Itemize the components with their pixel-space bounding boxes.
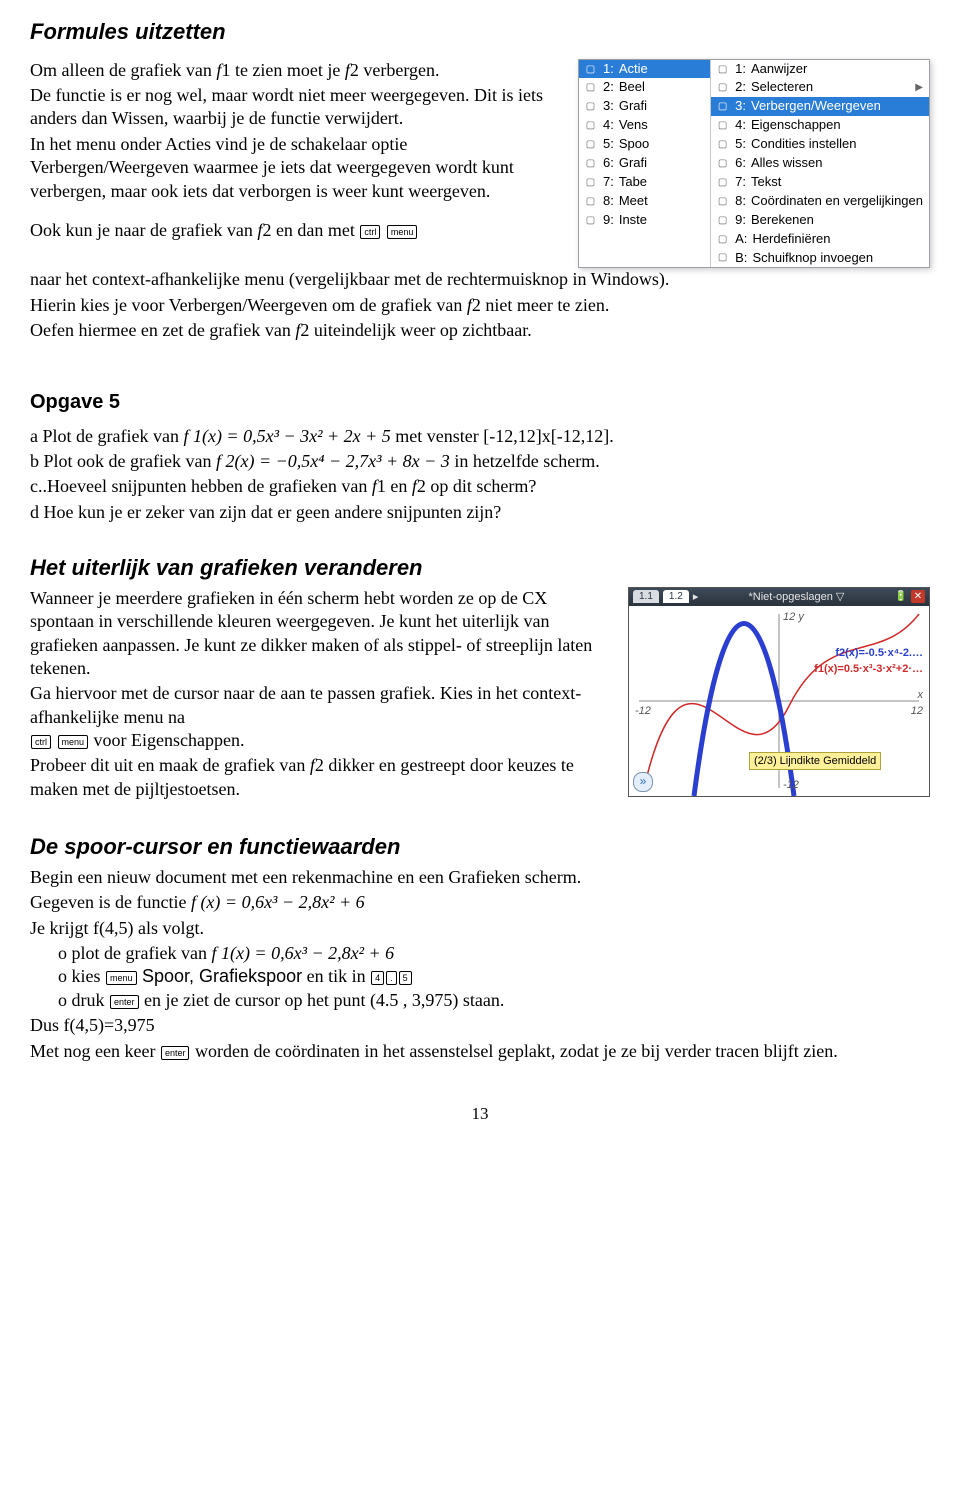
sec3-p4: Dus f(4,5)=3,975 bbox=[30, 1014, 930, 1037]
menu-item: ▢6:Grafi bbox=[579, 154, 710, 173]
menu-item: ▢2:Beel bbox=[579, 78, 710, 97]
menu-item: ▢9:Inste bbox=[579, 211, 710, 230]
menu-item-icon: ▢ bbox=[715, 250, 730, 265]
menu-item-icon: ▢ bbox=[583, 99, 598, 114]
calculator-screenshot: 1.1 1.2 ▸ *Niet-opgeslagen ▽ 🔋 ✕ bbox=[628, 587, 930, 797]
menu-item-icon: ▢ bbox=[715, 137, 730, 152]
menu-item: ▢4:Vens bbox=[579, 116, 710, 135]
key-5: 5 bbox=[399, 971, 412, 985]
menu-item: ▢8:Coördinaten en vergelijkingen bbox=[711, 192, 929, 211]
opgave5-c: c..Hoeveel snijpunten hebben de grafieke… bbox=[30, 475, 930, 498]
page-number: 13 bbox=[30, 1103, 930, 1125]
menu-item: ▢1:Aanwijzer bbox=[711, 60, 929, 79]
menu-item-icon: ▢ bbox=[583, 213, 598, 228]
sec2-p3: Probeer dit uit en maak de grafiek van f… bbox=[30, 754, 614, 801]
expand-icon: » bbox=[633, 772, 653, 792]
menu-item: ▢2:Selecteren▶ bbox=[711, 78, 929, 97]
section-title-uiterlijk: Het uiterlijk van grafieken veranderen bbox=[30, 554, 930, 583]
section-title-formules: Formules uitzetten bbox=[30, 18, 930, 47]
sec1-p1: Om alleen de grafiek van f1 te zien moet… bbox=[30, 59, 564, 82]
menu-item-icon: ▢ bbox=[583, 62, 598, 77]
menu-item: ▢4:Eigenschappen bbox=[711, 116, 929, 135]
sec3-p1: Begin een nieuw document met een rekenma… bbox=[30, 866, 930, 889]
opgave5-d: d Hoe kun je er zeker van zijn dat er ge… bbox=[30, 501, 930, 524]
menu-item-icon: ▢ bbox=[715, 80, 730, 95]
sec1-p2: De functie is er nog wel, maar wordt nie… bbox=[30, 84, 564, 131]
context-menu-figure: ▢1:Actie▢2:Beel▢3:Grafi▢4:Vens▢5:Spoo▢6:… bbox=[578, 59, 930, 269]
opgave5-title: Opgave 5 bbox=[30, 389, 930, 415]
sec1-p3: In het menu onder Acties vind je de scha… bbox=[30, 133, 564, 203]
key-ctrl: ctrl bbox=[360, 225, 380, 239]
menu-item: ▢8:Meet bbox=[579, 192, 710, 211]
menu-item-icon: ▢ bbox=[583, 137, 598, 152]
menu-item: ▢7:Tekst bbox=[711, 173, 929, 192]
f1-label: f1(x)=0.5·x³-3·x²+2·… bbox=[814, 662, 923, 676]
menu-item: ▢9:Berekenen bbox=[711, 211, 929, 230]
menu-item-icon: ▢ bbox=[715, 156, 730, 171]
x-axis-x: x bbox=[918, 688, 924, 702]
step-kies: kies menu Spoor, Grafiekspoor en tik in … bbox=[58, 965, 930, 988]
menu-item-icon: ▢ bbox=[583, 156, 598, 171]
opgave5-b: b Plot ook de grafiek van f 2(x) = −0,5x… bbox=[30, 450, 930, 473]
menu-item-icon: ▢ bbox=[715, 118, 730, 133]
menu-item: ▢7:Tabe bbox=[579, 173, 710, 192]
menu-item-icon: ▢ bbox=[583, 80, 598, 95]
sec3-p2: Gegeven is de functie f (x) = 0,6x³ − 2,… bbox=[30, 891, 930, 914]
menu-item-icon: ▢ bbox=[715, 194, 730, 209]
sec3-p5: Met nog een keer enter worden de coördin… bbox=[30, 1040, 930, 1063]
opgave5-a: a Plot de grafiek van f 1(x) = 0,5x³ − 3… bbox=[30, 425, 930, 448]
f2-label: f2(x)=-0.5·x⁴-2.… bbox=[835, 646, 923, 660]
menu-item-icon: ▢ bbox=[583, 194, 598, 209]
menu-item: ▢B:Schuifknop invoegen bbox=[711, 249, 929, 268]
tab-1-2: 1.2 bbox=[663, 590, 689, 603]
battery-icon: 🔋 bbox=[895, 590, 907, 603]
key-menu-2: menu bbox=[58, 735, 89, 749]
sec2-p1: Wanneer je meerdere grafieken in één sch… bbox=[30, 587, 614, 681]
y-bot-label: -12 bbox=[783, 778, 799, 792]
key-4: 4 bbox=[371, 971, 384, 985]
key-ctrl-2: ctrl bbox=[31, 735, 51, 749]
step-plot: plot de grafiek van f 1(x) = 0,6x³ − 2,8… bbox=[58, 942, 930, 965]
sec1-p4: Ook kun je naar de grafiek van f2 en dan… bbox=[30, 219, 564, 242]
sec1-p6: Hierin kies je voor Verbergen/Weergeven … bbox=[30, 294, 930, 317]
menu-item: ▢3:Verbergen/Weergeven bbox=[711, 97, 929, 116]
key-dot: . bbox=[386, 971, 397, 985]
key-enter: enter bbox=[110, 995, 139, 1009]
menu-item: ▢3:Grafi bbox=[579, 97, 710, 116]
menu-item-icon: ▢ bbox=[715, 62, 730, 77]
submenu-arrow-icon: ▶ bbox=[915, 81, 923, 94]
menu-item: ▢5:Condities instellen bbox=[711, 135, 929, 154]
x-pos-label: 12 bbox=[911, 704, 923, 718]
key-menu: menu bbox=[387, 225, 418, 239]
menu-item: ▢6:Alles wissen bbox=[711, 154, 929, 173]
step-druk: druk enter en je ziet de cursor op het p… bbox=[58, 989, 930, 1012]
chevron-right-icon: ▸ bbox=[693, 590, 699, 604]
menu-item-icon: ▢ bbox=[583, 175, 598, 190]
menu-item: ▢A:Herdefiniëren bbox=[711, 230, 929, 249]
menu-item: ▢5:Spoo bbox=[579, 135, 710, 154]
sec3-steps: plot de grafiek van f 1(x) = 0,6x³ − 2,8… bbox=[30, 942, 930, 1012]
menu-item-icon: ▢ bbox=[715, 213, 730, 228]
menu-item-icon: ▢ bbox=[583, 118, 598, 133]
menu-item-icon: ▢ bbox=[715, 232, 730, 247]
key-enter-2: enter bbox=[161, 1046, 190, 1060]
key-menu-3: menu bbox=[106, 971, 137, 985]
sec1-p7: Oefen hiermee en zet de grafiek van f2 u… bbox=[30, 319, 930, 342]
tab-1-1: 1.1 bbox=[633, 590, 659, 603]
section-title-spoor: De spoor-cursor en functiewaarden bbox=[30, 833, 930, 862]
linewidth-tooltip: (2/3) Lijndikte Gemiddeld bbox=[749, 752, 881, 770]
sec1-p5: naar het context-afhankelijke menu (verg… bbox=[30, 268, 930, 291]
menu-item: ▢1:Actie bbox=[579, 60, 710, 79]
close-icon: ✕ bbox=[911, 590, 925, 603]
sec2-p2: Ga hiervoor met de cursor naar de aan te… bbox=[30, 682, 614, 752]
sec3-p3: Je krijgt f(4,5) als volgt. bbox=[30, 917, 930, 940]
x-neg-label: -12 bbox=[635, 704, 651, 718]
menu-item-icon: ▢ bbox=[715, 99, 730, 114]
menu-item-icon: ▢ bbox=[715, 175, 730, 190]
calc-doc-title: *Niet-opgeslagen ▽ bbox=[702, 590, 890, 604]
y-top-label: 12 y bbox=[783, 610, 804, 624]
